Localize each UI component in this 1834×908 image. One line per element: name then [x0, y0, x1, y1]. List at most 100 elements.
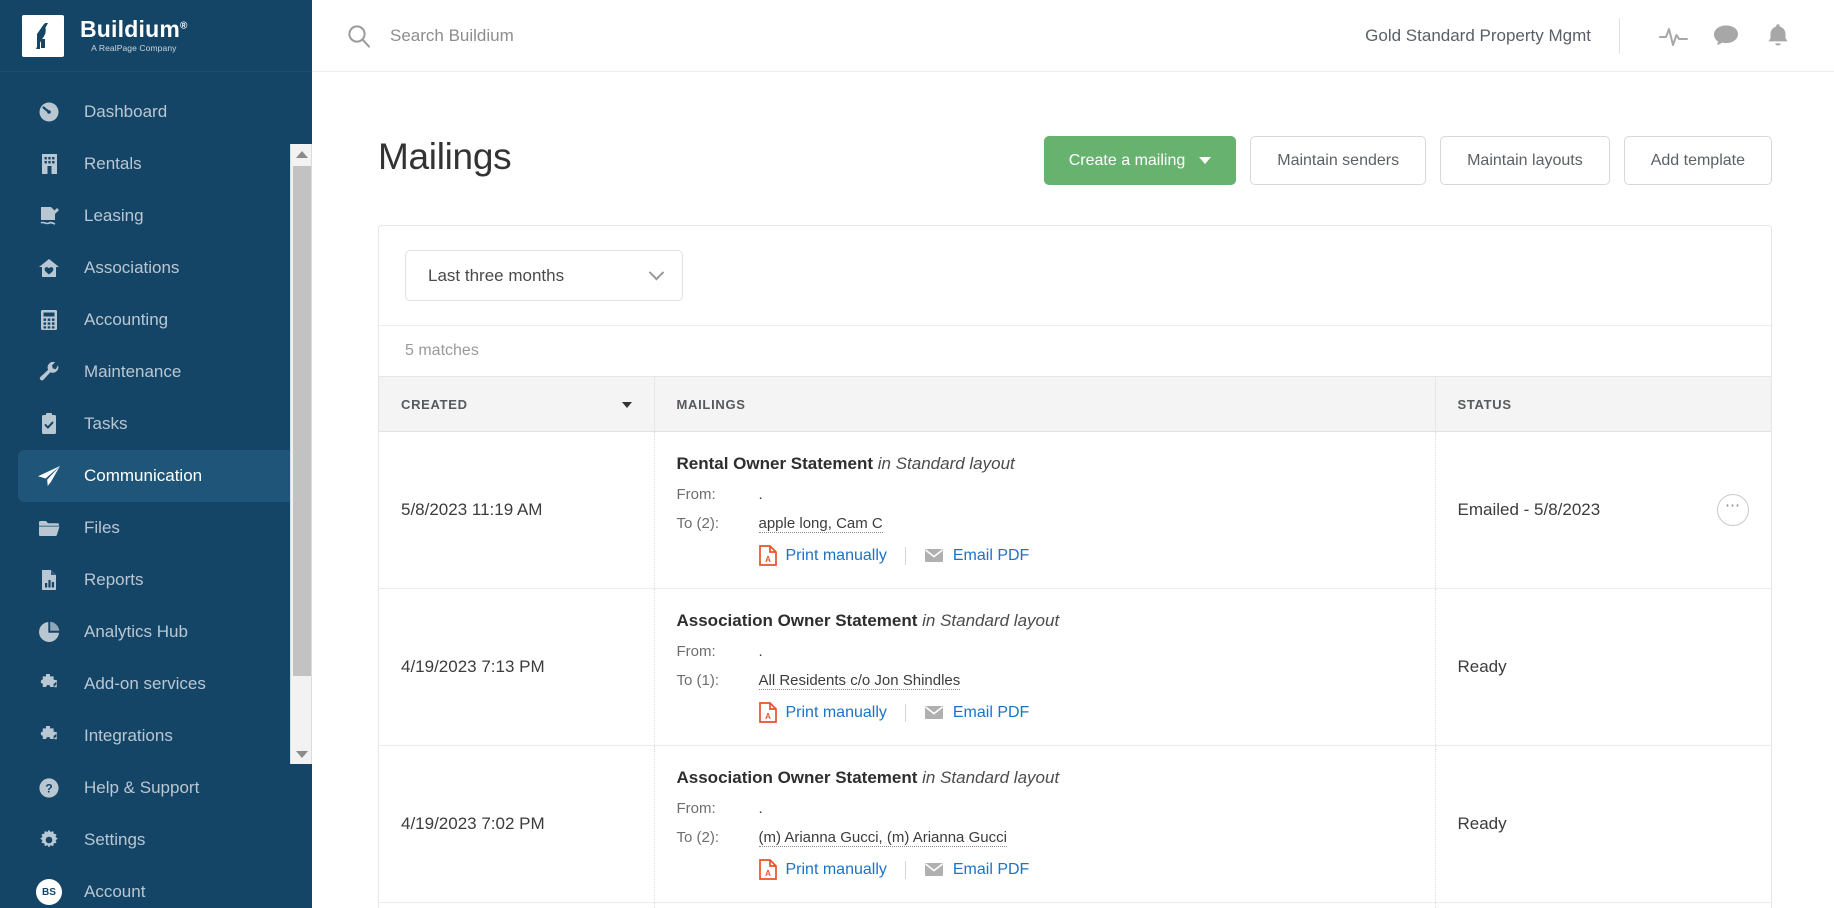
to-value[interactable]: apple long, Cam C: [758, 515, 883, 533]
row-actions-kebab-icon[interactable]: ⋯: [1717, 494, 1749, 526]
email-pdf-link[interactable]: Email PDF: [904, 860, 1030, 879]
sidebar-scrollbar[interactable]: [290, 144, 312, 764]
status-wrapper: Ready: [1458, 814, 1750, 834]
sidebar-item-label: Maintenance: [84, 362, 182, 381]
mailing-title: Association Owner Statement in Standard …: [677, 611, 1413, 631]
mailing-title: Rental Owner Statement in Standard layou…: [677, 454, 1413, 474]
mailing-actions: A Print manually Email PDF: [758, 545, 1413, 566]
scroll-down-arrow-icon[interactable]: [291, 744, 312, 764]
page-title: Mailings: [378, 136, 512, 177]
top-bar: Gold Standard Property Mgmt: [312, 0, 1834, 72]
print-manually-link[interactable]: A Print manually: [758, 545, 887, 566]
envelope-icon: [924, 705, 944, 720]
column-header-created[interactable]: CREATED: [379, 376, 655, 432]
pdf-file-icon: A: [758, 859, 777, 880]
status-wrapper: Ready: [1458, 657, 1750, 677]
to-label: To (2):: [676, 515, 720, 532]
sidebar-item-leasing[interactable]: Leasing: [18, 190, 294, 242]
page-header: Mailings Create a mailing Maintain sende…: [312, 72, 1834, 185]
activity-pulse-icon[interactable]: [1648, 10, 1700, 62]
sidebar-item-files[interactable]: Files: [18, 502, 294, 554]
sidebar-item-help-support[interactable]: ? Help & Support: [18, 762, 294, 814]
sidebar-item-label: Files: [84, 518, 120, 537]
search-input[interactable]: [390, 25, 810, 46]
sidebar-item-label: Help & Support: [84, 778, 200, 797]
cell-status: Ready ⋯: [1435, 902, 1771, 908]
status-badge: Ready: [1457, 657, 1507, 676]
scroll-up-arrow-icon[interactable]: [291, 144, 312, 164]
lease-signing-icon: [36, 203, 62, 229]
global-search[interactable]: [312, 23, 1365, 49]
sidebar-item-dashboard[interactable]: Dashboard: [18, 86, 294, 138]
buildium-logo-icon: [22, 14, 64, 57]
sidebar-item-label: Account: [84, 882, 146, 901]
email-pdf-link[interactable]: Email PDF: [904, 546, 1029, 565]
sidebar-item-settings[interactable]: Settings: [18, 814, 294, 866]
clipboard-check-icon: [36, 411, 62, 437]
mailing-layout: in Standard layout: [922, 768, 1060, 787]
sidebar-item-label: Reports: [84, 570, 144, 589]
table-row[interactable]: 4/19/2023 7:02 PM Association Owner Stat…: [379, 745, 1771, 903]
email-pdf-label: Email PDF: [952, 860, 1030, 878]
sidebar-item-accounting[interactable]: Accounting: [18, 294, 294, 346]
sidebar-item-integrations[interactable]: Integrations: [18, 710, 294, 762]
sidebar-item-reports[interactable]: Reports: [18, 554, 294, 606]
column-header-status[interactable]: STATUS: [1435, 376, 1771, 432]
sidebar-item-label: Accounting: [84, 310, 169, 329]
table-row[interactable]: 4/19/2023 7:13 PM Association Owner Stat…: [379, 588, 1771, 746]
sidebar-item-label: Analytics Hub: [84, 622, 188, 641]
sidebar-item-account[interactable]: BS Account: [18, 866, 294, 908]
date-range-value: Last three months: [428, 265, 565, 285]
cell-status: Ready: [1435, 745, 1771, 903]
brand-logo[interactable]: Buildium® A RealPage Company: [0, 0, 312, 72]
sidebar-item-label: Tasks: [84, 414, 128, 433]
status-badge: Emailed - 5/8/2023: [1457, 500, 1601, 519]
mailings-panel: Last three months 5 matches CREATED MAIL…: [378, 225, 1772, 908]
scrollbar-thumb[interactable]: [293, 166, 311, 676]
to-value[interactable]: (m) Arianna Gucci, (m) Arianna Gucci: [758, 829, 1007, 847]
mailings-table: CREATED MAILINGS STATUS 5/8/2023 11:19 A…: [379, 376, 1771, 908]
cell-created: 4/19/2023 7:02 PM: [379, 745, 655, 903]
sidebar-item-rentals[interactable]: Rentals: [18, 138, 294, 190]
print-manually-link[interactable]: A Print manually: [758, 702, 887, 723]
sort-desc-caret-icon: [621, 402, 632, 408]
sidebar-item-communication[interactable]: Communication: [18, 450, 294, 502]
cell-created: 4/19/2023 6:56 PM: [379, 902, 655, 908]
chat-bubble-icon[interactable]: [1700, 10, 1752, 62]
svg-text:A: A: [765, 869, 771, 878]
print-manually-label: Print manually: [785, 546, 887, 564]
folder-icon: [36, 515, 62, 541]
main-area: Gold Standard Property Mgmt Mailings C: [312, 0, 1834, 908]
search-icon: [346, 23, 372, 49]
to-value[interactable]: All Residents c/o Jon Shindles: [758, 672, 961, 690]
email-pdf-link[interactable]: Email PDF: [904, 703, 1029, 722]
sidebar-item-maintenance[interactable]: Maintenance: [18, 346, 294, 398]
sidebar-item-add-on-services[interactable]: Add-on services: [18, 658, 294, 710]
mailing-to: To (1): All Residents c/o Jon Shindles: [677, 672, 1413, 690]
table-row[interactable]: 4/19/2023 6:56 PM Association Owner Stat…: [379, 902, 1771, 908]
envelope-icon: [924, 548, 944, 563]
table-row[interactable]: 5/8/2023 11:19 AM Rental Owner Statement…: [379, 431, 1771, 589]
sidebar-item-associations[interactable]: Associations: [18, 242, 294, 294]
bell-notification-icon[interactable]: [1752, 10, 1804, 62]
add-template-button[interactable]: Add template: [1623, 136, 1772, 185]
create-a-mailing-button[interactable]: Create a mailing: [1043, 136, 1237, 185]
sidebar-item-analytics-hub[interactable]: Analytics Hub: [18, 606, 294, 658]
cell-created: 4/19/2023 7:13 PM: [379, 588, 655, 746]
date-range-select[interactable]: Last three months: [405, 250, 683, 301]
print-manually-link[interactable]: A Print manually: [758, 859, 887, 880]
maintain-senders-button[interactable]: Maintain senders: [1250, 136, 1427, 185]
maintain-layouts-button[interactable]: Maintain layouts: [1440, 136, 1610, 185]
gauge-icon: [36, 99, 62, 125]
sidebar: Buildium® A RealPage Company Dashboard R…: [0, 0, 312, 908]
matches-count: 5 matches: [379, 325, 1771, 376]
column-header-mailings[interactable]: MAILINGS: [654, 376, 1436, 432]
sidebar-item-tasks[interactable]: Tasks: [18, 398, 294, 450]
page-actions: Create a mailing Maintain senders Mainta…: [1043, 118, 1772, 185]
svg-text:A: A: [765, 712, 771, 721]
table-header-row: CREATED MAILINGS STATUS: [379, 376, 1771, 432]
sidebar-scroll-area: Dashboard Rentals Leasing Associations A…: [0, 72, 312, 908]
filter-row: Last three months: [379, 226, 1771, 325]
svg-text:?: ?: [45, 782, 52, 796]
brand-tagline: A RealPage Company: [91, 43, 177, 54]
